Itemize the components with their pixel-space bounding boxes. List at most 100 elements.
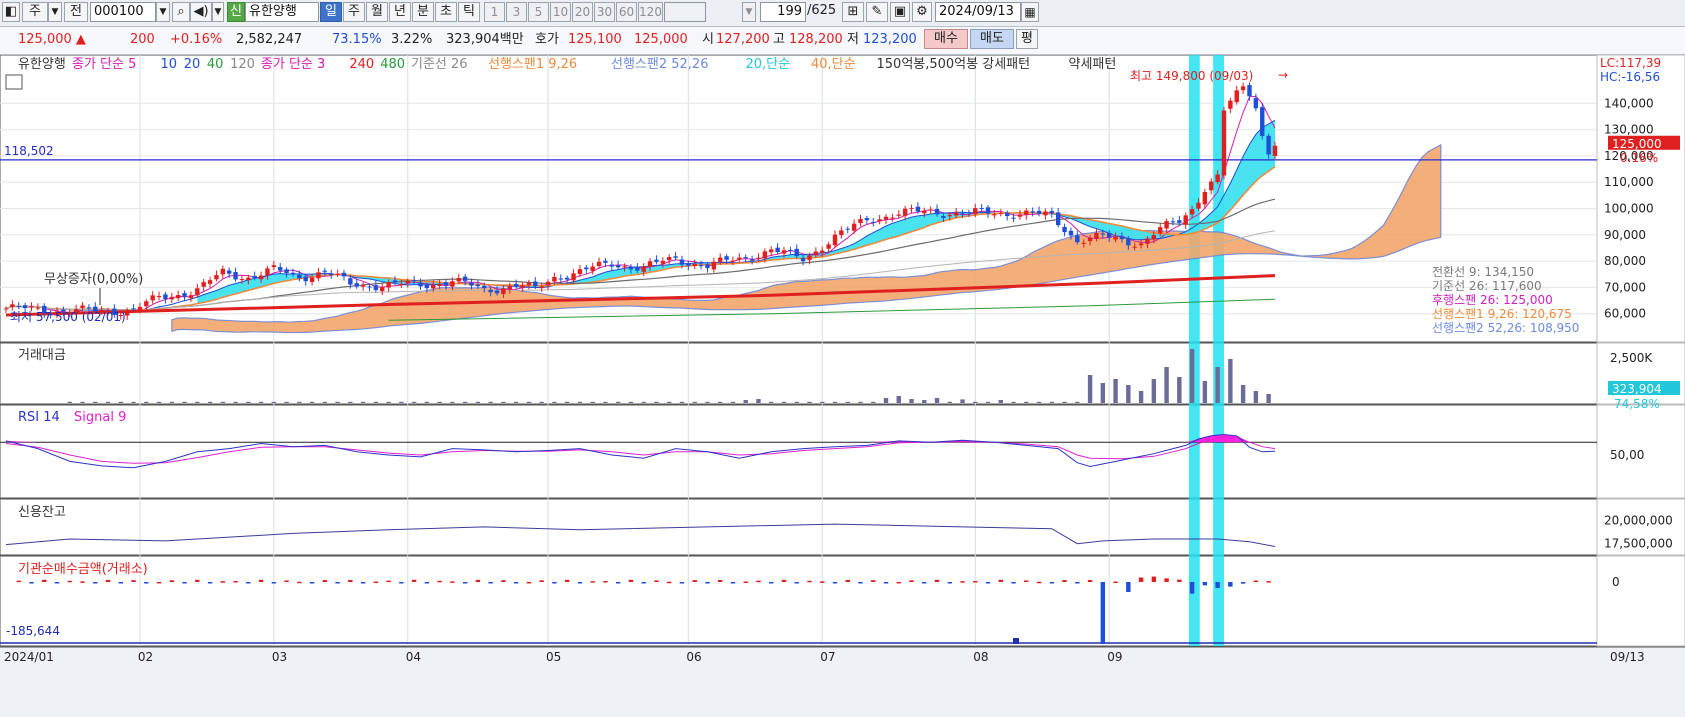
calendar-icon[interactable]: ▦ [1021,2,1039,22]
interval-10-button[interactable]: 10 [550,2,571,22]
trade-amount: 323,904백만 [446,32,524,47]
bid-price-2: 125,000 [634,32,688,47]
candle-body [864,218,870,221]
volume-bar [807,401,812,403]
code-input[interactable]: 000100 [90,2,156,22]
period-select-label: 주 [29,4,41,19]
volume-bar [1049,401,1055,403]
period-day-button[interactable]: 일 [320,2,342,22]
period-minute-button[interactable]: 분 [412,2,434,22]
volume-bar [1126,385,1131,403]
interval-60-button[interactable]: 60 [616,2,637,22]
search-icon[interactable]: ⌕ [172,2,190,22]
interval-30-button[interactable]: 30 [594,2,615,22]
volume-bar [871,401,876,403]
candle-body [297,274,302,279]
inst-bar [156,581,162,584]
candle-body [871,221,876,223]
interval-3-button[interactable]: 3 [506,2,527,22]
interval-10-label: 10 [552,5,569,19]
period-second-button[interactable]: 초 [435,2,457,22]
volume-bar [182,401,187,403]
candle-body [743,257,748,259]
count-input[interactable]: 199 [760,2,806,22]
save-icon[interactable]: ▣ [890,2,910,22]
inst-bar [705,582,710,584]
volume-bar [858,401,863,403]
candle-body [998,213,1003,215]
candle-body [666,257,672,261]
indicator-icon[interactable]: ⊞ [842,2,864,22]
interval-20-button[interactable]: 20 [572,2,593,22]
drawing-icon[interactable]: ✎ [866,2,888,22]
inst-bar [118,582,123,584]
stock-chart[interactable]: 2024/01 02 03 04 05 06 07 08 09 09/13 140,000 130,0… [0,55,1685,717]
interval-120-button[interactable]: 120 [638,2,663,22]
volume-bar [1151,379,1157,403]
speaker-dropdown-icon[interactable]: ▼ [212,2,224,22]
candle-body [405,280,410,284]
legend-item: 20,단순 [746,57,791,72]
volume-bar [360,401,366,403]
volume-bar [641,401,646,403]
buy-button[interactable]: 매수 [924,29,968,49]
inst-bar [947,582,952,584]
volume-bar [335,401,340,403]
pane-frame-4 [0,555,1598,647]
legend-item: 240 [349,57,374,72]
period-month-button[interactable]: 월 [366,2,388,22]
volume-bar [679,401,685,403]
speaker-icon[interactable]: ◀) [190,2,212,22]
volume-bar [934,398,940,403]
interval-dropdown-icon[interactable]: ▼ [742,2,756,22]
sell-button[interactable]: 매도 [970,29,1014,49]
gear-icon[interactable]: ⚙ [912,2,932,22]
volume-bar [1202,381,1208,403]
candle-body [22,305,28,309]
candle-body [749,259,755,261]
hc-label: HC:-16,56 [1600,70,1660,84]
ichimoku-info: 선행스팬1 9,26: 120,675 [1432,306,1572,321]
period-select[interactable]: 주 [22,2,48,22]
candle-body [1004,212,1010,217]
volume-bar [386,401,391,403]
candle-body [851,223,857,231]
candle-body [1081,242,1086,244]
inst-bar [462,582,468,584]
inst-bar [16,580,21,583]
period-year-button[interactable]: 년 [389,2,411,22]
candle-body [137,306,143,311]
candle-body [890,217,895,219]
candle-body [1189,209,1195,215]
layout-icon[interactable]: ◧ [2,2,20,22]
y-tick-label: 130,000 [1604,123,1654,137]
period-week-button[interactable]: 주 [343,2,365,22]
candle-body [246,277,251,281]
period-tick-button[interactable]: 틱 [458,2,480,22]
interval-1-button[interactable]: 1 [484,2,505,22]
interval-input[interactable] [664,2,706,22]
legend-item: 선행스팬1 9,26 [488,56,577,72]
candle-body [1119,236,1125,240]
avg-button[interactable]: 평 [1016,29,1038,49]
candle-body [507,285,512,290]
candle-body [1240,86,1246,91]
candle-body [271,265,277,268]
period-dropdown-icon[interactable]: ▼ [48,2,62,22]
prev-button[interactable]: 전 [64,2,88,22]
volume-bar [654,401,659,403]
stock-name-field[interactable]: 유한양행 [245,2,319,22]
volume-bar [718,401,723,403]
inst-bar [628,579,634,582]
candle-body [596,261,602,267]
volume-bar [692,401,697,403]
volume-bar [475,401,481,403]
volume-value: 2,582,247 [236,32,303,47]
date-input[interactable]: 2024/09/13 [935,2,1021,22]
interval-5-button[interactable]: 5 [528,2,549,22]
candle-body [207,280,213,284]
candle-body [552,276,557,282]
candle-body [915,206,921,212]
code-dropdown-icon[interactable]: ▼ [156,2,170,22]
volume-bar [985,401,991,403]
